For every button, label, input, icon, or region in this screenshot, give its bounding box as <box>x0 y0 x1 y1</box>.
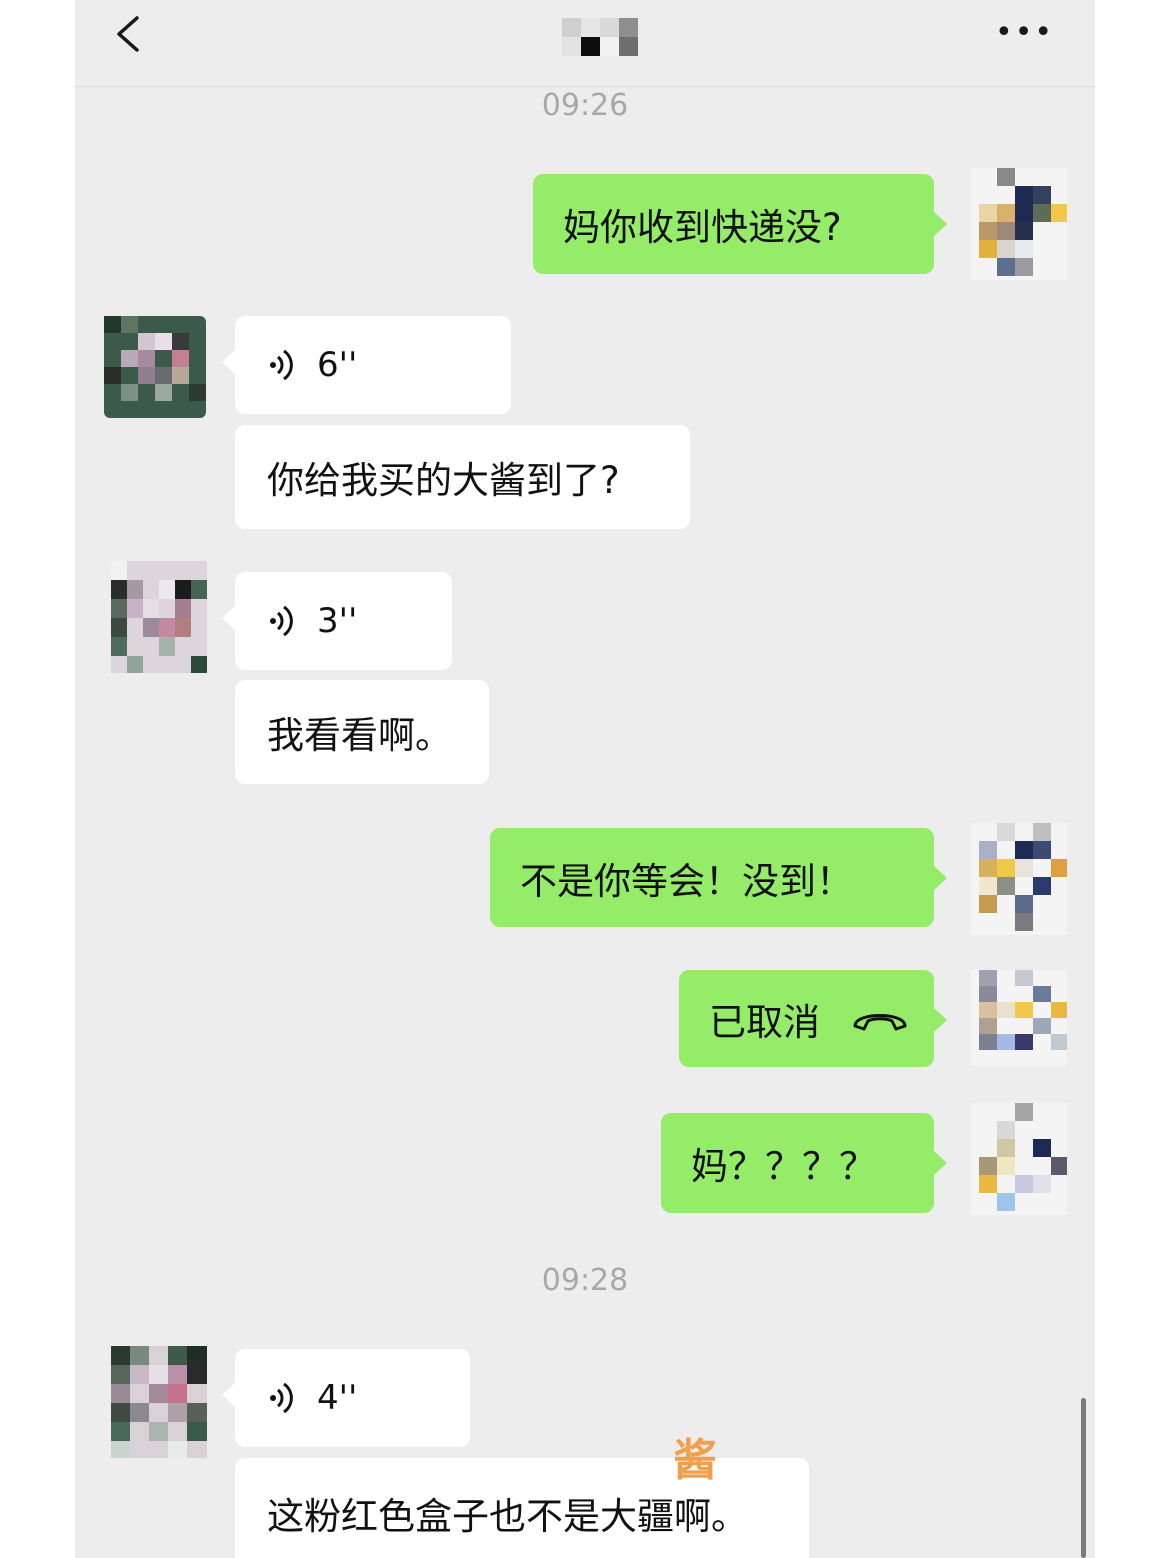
mom-avatar[interactable] <box>111 1346 207 1458</box>
timestamp: 09:26 <box>541 88 629 123</box>
outgoing-message[interactable]: 妈？？？？ <box>661 1113 947 1213</box>
outgoing-message[interactable]: 妈你收到快递没? <box>533 174 947 274</box>
voice-wave-icon <box>270 605 293 637</box>
message-text: 你给我买的大酱到了? <box>267 459 620 502</box>
voice-duration: 3'' <box>317 601 358 641</box>
message-text: 妈？？？？ <box>691 1145 876 1188</box>
timestamp: 09:28 <box>541 1263 629 1298</box>
voice-wave-icon <box>270 1382 293 1414</box>
contact-name-mosaic <box>562 18 638 56</box>
message-text: 这粉红色盒子也不是大疆啊。 <box>267 1495 748 1538</box>
message-text: 已取消 <box>709 1000 820 1044</box>
incoming-message[interactable]: 这粉红色盒子也不是大疆啊。 <box>235 1458 809 1558</box>
chat-screen: ••• 09:26 妈你收到快递没? 6'' 你给我买的大酱到了? 3'' 我看… <box>75 0 1095 1558</box>
incoming-voice-message[interactable]: 3'' <box>222 572 452 670</box>
message-text: 不是你等会！没到！ <box>520 859 853 903</box>
phone-hangup-icon <box>853 1013 907 1030</box>
incoming-message[interactable]: 我看看啊。 <box>235 680 489 784</box>
mom-avatar[interactable] <box>111 561 207 673</box>
message-text: 我看看啊。 <box>267 714 452 757</box>
chevron-left-icon[interactable] <box>111 14 151 54</box>
voice-wave-icon <box>270 349 293 381</box>
annotation-correction: 酱 <box>673 1435 717 1486</box>
voice-duration: 4'' <box>317 1378 358 1418</box>
more-options-button[interactable]: ••• <box>995 18 1052 48</box>
outgoing-message[interactable]: 不是你等会！没到！ <box>490 828 947 927</box>
navigation-bar: ••• <box>75 0 1095 87</box>
incoming-voice-message[interactable]: 6'' <box>222 316 511 414</box>
scrollbar[interactable] <box>1081 1398 1086 1558</box>
message-text: 妈你收到快递没? <box>563 206 842 249</box>
outgoing-call-record[interactable]: 已取消 <box>679 970 947 1067</box>
mom-avatar[interactable] <box>104 316 206 418</box>
my-avatar[interactable] <box>971 823 1067 935</box>
my-avatar[interactable] <box>971 1103 1067 1215</box>
incoming-voice-message[interactable]: 4'' <box>222 1349 470 1447</box>
my-avatar[interactable] <box>971 970 1067 1066</box>
my-avatar[interactable] <box>971 168 1067 280</box>
incoming-message[interactable]: 你给我买的大酱到了? <box>235 425 690 529</box>
voice-duration: 6'' <box>317 345 358 385</box>
